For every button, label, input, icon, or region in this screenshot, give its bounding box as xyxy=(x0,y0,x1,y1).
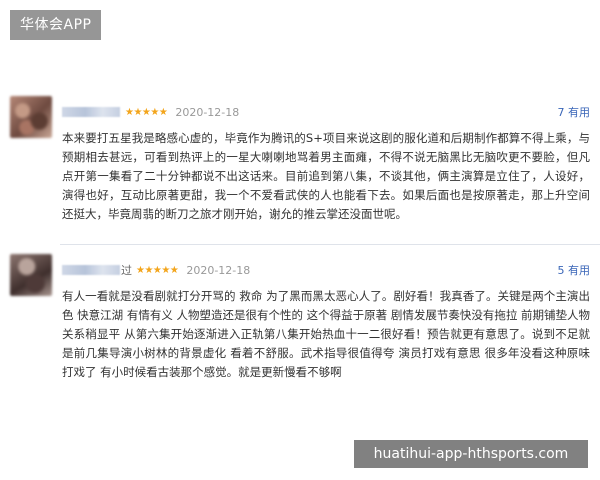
username-suffix: 过 xyxy=(121,264,132,277)
review-meta: 过 ★★★★★ 2020-12-18 xyxy=(62,262,250,278)
app-badge: 华体会APP xyxy=(10,10,102,40)
review-text: 有人一看就是没看剧就打分开骂的 救命 为了黑而黑太恶心人了。剧好看！我真香了。关… xyxy=(62,289,590,379)
useful-count[interactable]: 7 有用 xyxy=(558,104,591,120)
site-watermark: huatihui-app-hthsports.com xyxy=(354,440,588,468)
useful-count-label: 有用 xyxy=(568,264,590,277)
review-meta: ★★★★★ 2020-12-18 xyxy=(62,104,239,120)
review-screenshot: ★★★★★ 2020-12-18 7 有用 本来要打五星我是略感心虚的，毕竟作为… xyxy=(0,82,600,437)
review-date: 2020-12-18 xyxy=(186,263,251,277)
username-blurred[interactable] xyxy=(62,265,120,275)
rating-stars-icon: ★★★★★ xyxy=(136,264,179,276)
avatar[interactable] xyxy=(10,96,52,138)
username-blurred[interactable] xyxy=(62,107,120,117)
useful-count-number: 7 xyxy=(557,106,565,119)
rating-stars-icon: ★★★★★ xyxy=(125,106,168,118)
review-item: ★★★★★ 2020-12-18 7 有用 本来要打五星我是略感心虚的，毕竟作为… xyxy=(0,96,600,240)
useful-count-number: 5 xyxy=(557,264,565,277)
useful-count-label: 有用 xyxy=(568,106,590,119)
review-text: 本来要打五星我是略感心虚的，毕竟作为腾讯的S+项目来说这剧的服化道和后期制作都算… xyxy=(62,131,590,221)
review-item: 过 ★★★★★ 2020-12-18 5 有用 有人一看就是没看剧就打分开骂的 … xyxy=(0,254,600,438)
divider xyxy=(60,244,600,245)
useful-count[interactable]: 5 有用 xyxy=(558,262,591,278)
review-date: 2020-12-18 xyxy=(175,105,240,119)
avatar[interactable] xyxy=(10,254,52,296)
